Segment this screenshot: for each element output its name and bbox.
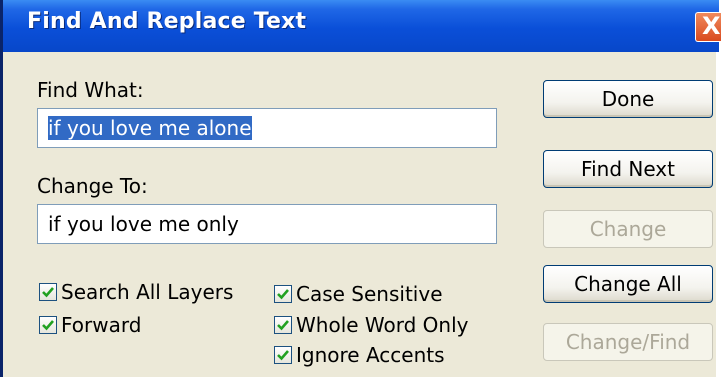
done-button[interactable]: Done [543,80,713,118]
close-icon: X [702,12,721,40]
forward-checkbox[interactable]: Forward [39,313,141,337]
ignore-accents-label: Ignore Accents [296,343,445,367]
change-to-value: if you love me only [48,212,239,236]
find-next-button[interactable]: Find Next [543,150,713,188]
find-what-value: if you love me alone [48,116,252,140]
case-sensitive-checkbox[interactable]: Case Sensitive [274,282,443,306]
find-replace-dialog: Find And Replace Text X Find What: if yo… [0,0,721,377]
search-all-layers-label: Search All Layers [61,280,234,304]
ignore-accents-checkbox[interactable]: Ignore Accents [274,343,445,367]
search-all-layers-checkbox[interactable]: Search All Layers [39,280,233,304]
checkbox-checked-icon [274,316,292,334]
change-button[interactable]: Change [543,210,713,248]
find-what-input[interactable]: if you love me alone [37,108,497,148]
checkbox-checked-icon [39,283,57,301]
title-bar[interactable]: Find And Replace Text X [3,0,721,52]
forward-label: Forward [61,313,142,337]
checkbox-checked-icon [39,316,57,334]
whole-word-only-label: Whole Word Only [296,313,469,337]
change-all-button[interactable]: Change All [543,265,713,303]
change-to-input[interactable]: if you love me only [37,204,497,244]
whole-word-only-checkbox[interactable]: Whole Word Only [274,313,468,337]
find-what-label: Find What: [37,78,144,102]
case-sensitive-label: Case Sensitive [296,282,443,306]
checkbox-checked-icon [274,285,292,303]
change-to-label: Change To: [37,174,148,198]
change-find-button[interactable]: Change/Find [543,323,713,361]
close-button[interactable]: X [695,12,721,42]
window-title: Find And Replace Text [27,9,307,34]
checkbox-checked-icon [274,346,292,364]
